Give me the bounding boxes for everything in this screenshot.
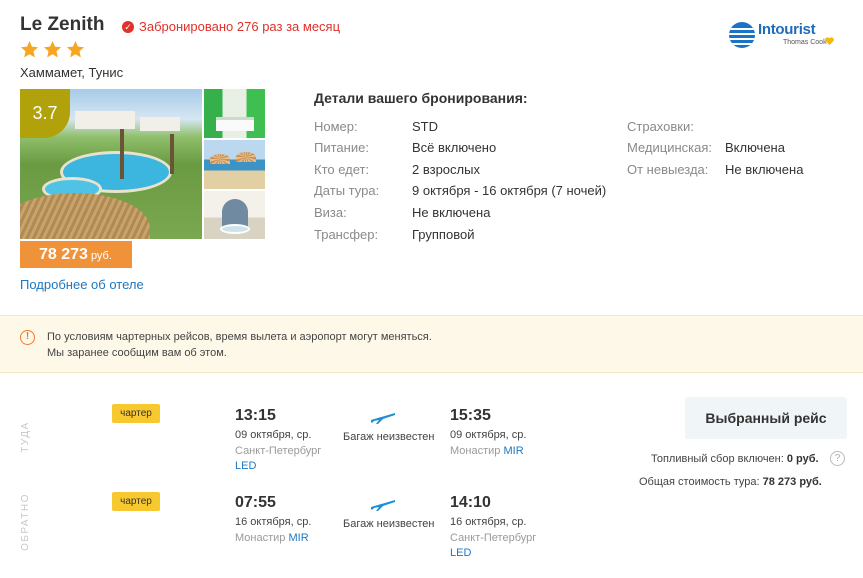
detail-label: От невыезда:: [627, 162, 709, 177]
hotel-details-link[interactable]: Подробнее об отеле: [20, 277, 144, 292]
arrival-city: Санкт-Петербург: [450, 532, 537, 544]
fuel-surcharge: Топливный сбор включен: 0 руб.: [651, 453, 819, 465]
airplane-icon: [371, 500, 395, 511]
detail-value: STD: [412, 119, 438, 134]
arrival-code: LED: [450, 547, 472, 559]
hotel-location: Хаммамет, Тунис: [20, 65, 124, 80]
total-value: 78 273 руб.: [762, 476, 822, 488]
details-title: Детали вашего бронирования:: [314, 90, 528, 106]
selected-flight-button[interactable]: Выбранный рейс: [685, 397, 847, 439]
notice-line: Мы заранее сообщим вам об этом.: [47, 347, 227, 359]
globe-icon: [729, 22, 755, 48]
direction-label-outbound: ТУДА: [20, 421, 31, 453]
arrival-time: 14:10: [450, 494, 491, 511]
insurance-label: Страховки:: [627, 119, 694, 134]
hotel-thumbnail[interactable]: [204, 89, 265, 138]
charter-badge: чартер: [112, 404, 160, 423]
price-currency: руб.: [90, 250, 112, 262]
detail-label: Питание:: [314, 140, 369, 155]
hotel-name: Le Zenith: [20, 14, 105, 35]
tour-total: Общая стоимость тура: 78 273 руб.: [639, 476, 822, 488]
detail-value: Не включена: [725, 162, 804, 177]
arrival-code: MIR: [503, 445, 524, 457]
detail-label: Даты тура:: [314, 183, 380, 198]
price-value: 78 273: [39, 246, 88, 263]
detail-value: 2 взрослых: [412, 162, 480, 177]
warning-icon: !: [20, 330, 35, 345]
direction-label-return: ОБРАТНО: [20, 493, 31, 551]
fuel-value: 0 руб.: [786, 453, 819, 465]
arrival-date: 16 октября, ср.: [450, 516, 527, 528]
departure-time: 07:55: [235, 494, 276, 511]
check-circle-icon: ✓: [122, 20, 134, 33]
heart-icon: [825, 37, 834, 45]
departure-city: Санкт-Петербург: [235, 445, 322, 457]
fuel-label: Топливный сбор включен:: [651, 453, 784, 465]
total-label: Общая стоимость тура:: [639, 476, 760, 488]
airplane-icon: [371, 413, 395, 424]
price-tag: 78 273 руб.: [20, 241, 132, 268]
charter-notice: ! По условиям чартерных рейсов, время вы…: [0, 315, 863, 373]
detail-value: Включена: [725, 140, 785, 155]
charter-badge: чартер: [112, 492, 160, 511]
detail-label: Кто едет:: [314, 162, 370, 177]
operator-logo: Intourist Thomas Cook: [727, 20, 837, 50]
detail-label: Трансфер:: [314, 227, 379, 242]
arrival-date: 09 октября, ср.: [450, 429, 527, 441]
star-icon: [66, 40, 85, 58]
star-rating: [20, 40, 85, 59]
notice-line: По условиям чартерных рейсов, время выле…: [47, 331, 432, 343]
departure-date: 09 октября, ср.: [235, 429, 312, 441]
hotel-thumbnail[interactable]: [204, 191, 265, 239]
detail-value: Всё включено: [412, 140, 497, 155]
booked-count: ✓ Забронировано 276 раз за месяц: [122, 19, 340, 34]
detail-value: Не включена: [412, 205, 491, 220]
departure-date: 16 октября, ср.: [235, 516, 312, 528]
star-icon: [43, 40, 62, 58]
arrival-city: Монастир: [450, 445, 501, 457]
detail-value: 9 октября - 16 октября (7 ночей): [412, 183, 607, 198]
detail-label: Виза:: [314, 205, 347, 220]
booked-text: Забронировано 276 раз за месяц: [139, 19, 341, 34]
operator-brand: Intourist: [758, 21, 816, 38]
departure-code: LED: [235, 460, 257, 472]
hotel-thumbnail[interactable]: [204, 140, 265, 189]
arrival-time: 15:35: [450, 407, 491, 424]
baggage-info: Багаж неизвестен: [343, 431, 435, 443]
departure-airport: Монастир MIR: [235, 532, 309, 544]
operator-sub: Thomas Cook: [783, 39, 827, 46]
departure-time: 13:15: [235, 407, 276, 424]
detail-label: Медицинская:: [627, 140, 713, 155]
departure-city: Монастир: [235, 532, 286, 544]
detail-label: Номер:: [314, 119, 358, 134]
info-icon[interactable]: ?: [830, 451, 845, 466]
detail-value: Групповой: [412, 227, 475, 242]
star-icon: [20, 40, 39, 58]
baggage-info: Багаж неизвестен: [343, 518, 435, 530]
arrival-airport: Монастир MIR: [450, 445, 524, 457]
departure-code: MIR: [288, 532, 309, 544]
